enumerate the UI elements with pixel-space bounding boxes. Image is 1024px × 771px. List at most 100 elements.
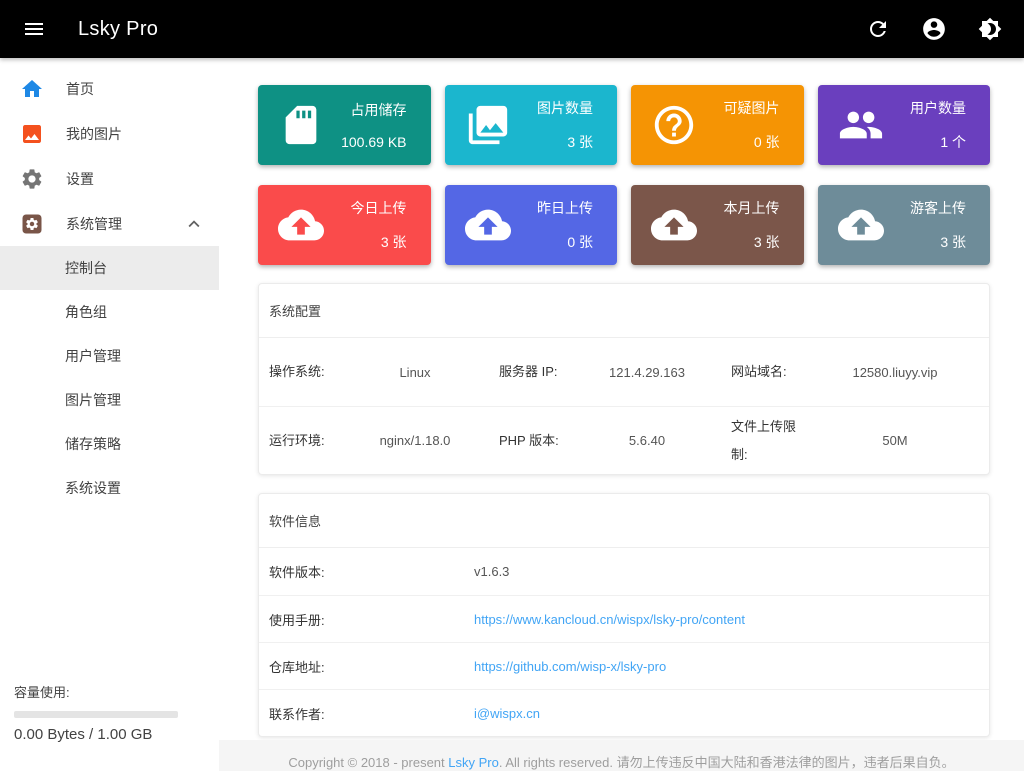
stat-card-title: 游客上传 bbox=[884, 198, 967, 218]
brightness-icon bbox=[978, 17, 1002, 41]
stat-card-month-uploads: 本月上传 3 张 bbox=[631, 185, 804, 265]
capacity-progressbar bbox=[14, 711, 178, 718]
stat-card-value: 3 张 bbox=[697, 232, 780, 252]
sidebar-subitem-label: 系统设置 bbox=[65, 478, 121, 498]
main-content: 占用储存 100.69 KB 图片数量 3 张 bbox=[219, 58, 1024, 771]
config-label: PHP 版本: bbox=[499, 427, 563, 454]
stat-card-storage: 占用储存 100.69 KB bbox=[258, 85, 431, 165]
stat-card-title: 占用储存 bbox=[324, 100, 407, 120]
stat-card-users: 用户数量 1 个 bbox=[818, 85, 991, 165]
stat-card-title: 今日上传 bbox=[324, 198, 407, 218]
panel-title: 软件信息 bbox=[259, 494, 989, 548]
appbar: Lsky Pro bbox=[0, 0, 1024, 58]
system-gear-icon bbox=[20, 212, 44, 236]
home-icon bbox=[20, 77, 44, 101]
copyright-text: Copyright © 2018 - present bbox=[288, 755, 448, 770]
table-row: 运行环境: nginx/1.18.0 PHP 版本: 5.6.40 文件上传限制… bbox=[259, 406, 989, 474]
info-label: 软件版本: bbox=[269, 562, 474, 581]
stat-card-value: 3 张 bbox=[324, 232, 407, 252]
stat-card-yesterday-uploads: 昨日上传 0 张 bbox=[445, 185, 618, 265]
sidebar-subitem-label: 控制台 bbox=[65, 258, 107, 278]
stat-card-title: 本月上传 bbox=[697, 198, 780, 218]
sidebar-subitem-user-management[interactable]: 用户管理 bbox=[0, 334, 219, 378]
footer-brand-link[interactable]: Lsky Pro bbox=[448, 755, 499, 770]
menu-button[interactable] bbox=[12, 7, 56, 51]
author-contact-link[interactable]: i@wispx.cn bbox=[474, 706, 540, 721]
info-label: 仓库地址: bbox=[269, 657, 474, 676]
help-circle-icon bbox=[651, 102, 697, 148]
copyright-text: . All rights reserved. 请勿上传违反中国大陆和香港法律的图… bbox=[499, 755, 955, 770]
sidebar-subitem-system-settings[interactable]: 系统设置 bbox=[0, 466, 219, 510]
config-value: Linux bbox=[331, 365, 499, 380]
table-row: 仓库地址: https://github.com/wisp-x/lsky-pro bbox=[259, 642, 989, 689]
sidebar-item-label: 我的图片 bbox=[66, 124, 122, 144]
sidebar-subitem-label: 角色组 bbox=[65, 302, 107, 322]
software-info-panel: 软件信息 软件版本: v1.6.3 使用手册: https://www.kanc… bbox=[258, 493, 990, 737]
sidebar-subitem-image-management[interactable]: 图片管理 bbox=[0, 378, 219, 422]
theme-toggle-button[interactable] bbox=[968, 7, 1012, 51]
stat-card-value: 3 张 bbox=[884, 232, 967, 252]
sidebar-subitem-role-groups[interactable]: 角色组 bbox=[0, 290, 219, 334]
config-label: 网站域名: bbox=[731, 358, 811, 385]
cloud-upload-icon bbox=[838, 202, 884, 248]
refresh-button[interactable] bbox=[856, 7, 900, 51]
account-circle-icon bbox=[921, 16, 947, 42]
manual-link[interactable]: https://www.kancloud.cn/wispx/lsky-pro/c… bbox=[474, 612, 745, 627]
stat-card-value: 1 个 bbox=[884, 132, 967, 152]
stat-card-suspicious: 可疑图片 0 张 bbox=[631, 85, 804, 165]
repository-link[interactable]: https://github.com/wisp-x/lsky-pro bbox=[474, 659, 666, 674]
capacity-label: 容量使用: bbox=[14, 682, 205, 701]
config-label: 运行环境: bbox=[269, 427, 331, 454]
table-row: 软件版本: v1.6.3 bbox=[259, 548, 989, 595]
cloud-upload-icon bbox=[278, 202, 324, 248]
config-label: 服务器 IP: bbox=[499, 358, 563, 385]
sidebar-item-label: 首页 bbox=[66, 79, 94, 99]
system-config-panel: 系统配置 操作系统: Linux 服务器 IP: 121.4.29.163 网站… bbox=[258, 283, 990, 475]
sidebar-subitem-storage-strategy[interactable]: 储存策略 bbox=[0, 422, 219, 466]
stat-card-value: 0 张 bbox=[511, 232, 594, 252]
chevron-up-icon bbox=[183, 213, 205, 235]
sidebar-subitem-console[interactable]: 控制台 bbox=[0, 246, 219, 290]
stat-card-value: 100.69 KB bbox=[324, 134, 407, 150]
sidebar-item-label: 设置 bbox=[66, 169, 94, 189]
sd-card-icon bbox=[278, 102, 324, 148]
hamburger-icon bbox=[22, 17, 46, 41]
sidebar: 首页 我的图片 设置 系统管理 控制台 角色组 bbox=[0, 58, 219, 771]
sidebar-subitem-label: 用户管理 bbox=[65, 346, 121, 366]
account-button[interactable] bbox=[912, 7, 956, 51]
table-row: 联系作者: i@wispx.cn bbox=[259, 689, 989, 736]
capacity-usage-text: 0.00 Bytes / 1.00 GB bbox=[14, 726, 205, 743]
refresh-icon bbox=[866, 17, 890, 41]
image-icon bbox=[20, 122, 44, 146]
table-row: 操作系统: Linux 服务器 IP: 121.4.29.163 网站域名: 1… bbox=[259, 338, 989, 406]
stat-card-title: 用户数量 bbox=[884, 98, 967, 118]
stat-card-value: 3 张 bbox=[511, 132, 594, 152]
config-value: nginx/1.18.0 bbox=[331, 433, 499, 448]
sidebar-item-system-management[interactable]: 系统管理 bbox=[0, 201, 219, 246]
config-value: 121.4.29.163 bbox=[563, 365, 731, 380]
stat-cards-grid: 占用储存 100.69 KB 图片数量 3 张 bbox=[258, 85, 990, 265]
sidebar-item-my-images[interactable]: 我的图片 bbox=[0, 111, 219, 156]
stat-card-title: 可疑图片 bbox=[697, 98, 780, 118]
sidebar-item-settings[interactable]: 设置 bbox=[0, 156, 219, 201]
cloud-upload-icon bbox=[651, 202, 697, 248]
config-label: 文件上传限制: bbox=[731, 413, 811, 468]
stat-card-title: 昨日上传 bbox=[511, 198, 594, 218]
photo-library-icon bbox=[465, 102, 511, 148]
config-value: 12580.liuyy.vip bbox=[811, 365, 979, 380]
config-label: 操作系统: bbox=[269, 358, 331, 385]
stat-card-value: 0 张 bbox=[697, 132, 780, 152]
sidebar-subitem-label: 储存策略 bbox=[65, 434, 121, 454]
stat-card-guest-uploads: 游客上传 3 张 bbox=[818, 185, 991, 265]
info-label: 使用手册: bbox=[269, 610, 474, 629]
stat-card-image-count: 图片数量 3 张 bbox=[445, 85, 618, 165]
config-value: 50M bbox=[811, 433, 979, 448]
people-icon bbox=[838, 102, 884, 148]
table-row: 使用手册: https://www.kancloud.cn/wispx/lsky… bbox=[259, 595, 989, 642]
info-label: 联系作者: bbox=[269, 704, 474, 723]
sidebar-item-home[interactable]: 首页 bbox=[0, 66, 219, 111]
footer: Copyright © 2018 - present Lsky Pro. All… bbox=[219, 740, 1024, 771]
app-title: Lsky Pro bbox=[78, 18, 158, 41]
stat-card-title: 图片数量 bbox=[511, 98, 594, 118]
sidebar-subitem-label: 图片管理 bbox=[65, 390, 121, 410]
